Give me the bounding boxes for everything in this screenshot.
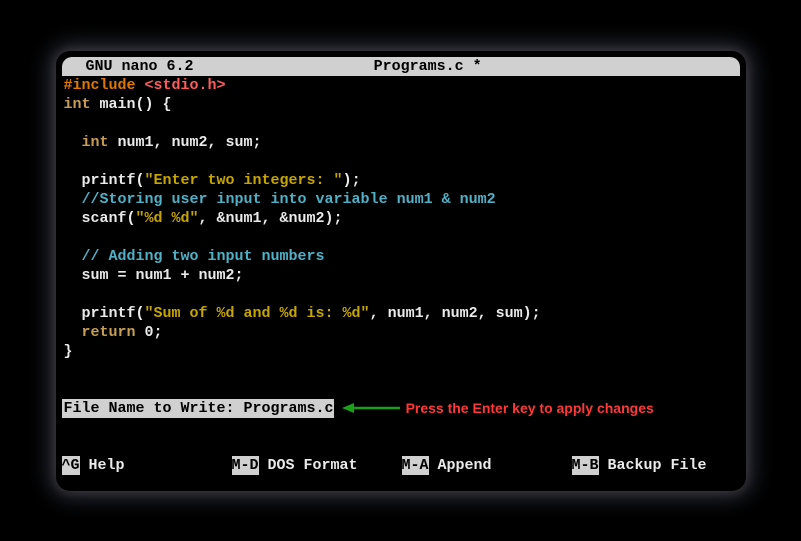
keyword-return: return xyxy=(82,324,136,341)
string-literal: "%d %d" xyxy=(136,210,199,227)
annotation-area: Press the Enter key to apply changes xyxy=(334,399,740,418)
prompt-label: File Name to Write: xyxy=(64,400,235,417)
keyword-include: #include xyxy=(64,77,136,94)
shortcut-label: DOS Format xyxy=(259,457,358,474)
string-literal: "Enter two integers: " xyxy=(145,172,343,189)
comment: //Storing user input into variable num1 … xyxy=(82,191,496,208)
shortcut-key-backup[interactable]: M-B xyxy=(572,456,599,475)
shortcut-key-dos[interactable]: M-D xyxy=(232,456,259,475)
terminal-content: GNU nano 6.2 Programs.c * #include <stdi… xyxy=(62,57,740,485)
filename-prompt[interactable]: File Name to Write: Programs.c xyxy=(62,399,334,418)
comment: // Adding two input numbers xyxy=(82,248,325,265)
filename: Programs.c xyxy=(374,58,464,75)
arrow-left-icon xyxy=(342,400,400,416)
header-stdio: <stdio.h> xyxy=(136,77,226,94)
keyword-int: int xyxy=(82,134,109,151)
app-name: GNU nano 6.2 xyxy=(68,58,194,75)
nano-titlebar: GNU nano 6.2 Programs.c * xyxy=(62,57,740,76)
shortcut-key-help[interactable]: ^G xyxy=(62,456,80,475)
editor-area[interactable]: #include <stdio.h> int main() { int num1… xyxy=(62,76,740,399)
shortcut-row-1: ^G Help M-D DOS Format M-A Append M-B Backu… xyxy=(62,456,740,475)
modified-indicator: * xyxy=(473,58,482,75)
annotation-text: Press the Enter key to apply changes xyxy=(406,399,654,418)
string-literal: "Sum of %d and %d is: %d" xyxy=(145,305,370,322)
shortcut-bar: ^G Help M-D DOS Format M-A Append M-B Backu… xyxy=(62,418,740,485)
save-prompt-row: File Name to Write: Programs.c Press the… xyxy=(62,399,740,418)
keyword-int: int xyxy=(64,96,91,113)
shortcut-label: Backup File xyxy=(599,457,707,474)
terminal-window: GNU nano 6.2 Programs.c * #include <stdi… xyxy=(56,51,746,491)
shortcut-key-append[interactable]: M-A xyxy=(402,456,429,475)
prompt-value[interactable]: Programs.c xyxy=(244,400,334,417)
shortcut-label: Append xyxy=(429,457,492,474)
shortcut-label: Help xyxy=(80,457,125,474)
